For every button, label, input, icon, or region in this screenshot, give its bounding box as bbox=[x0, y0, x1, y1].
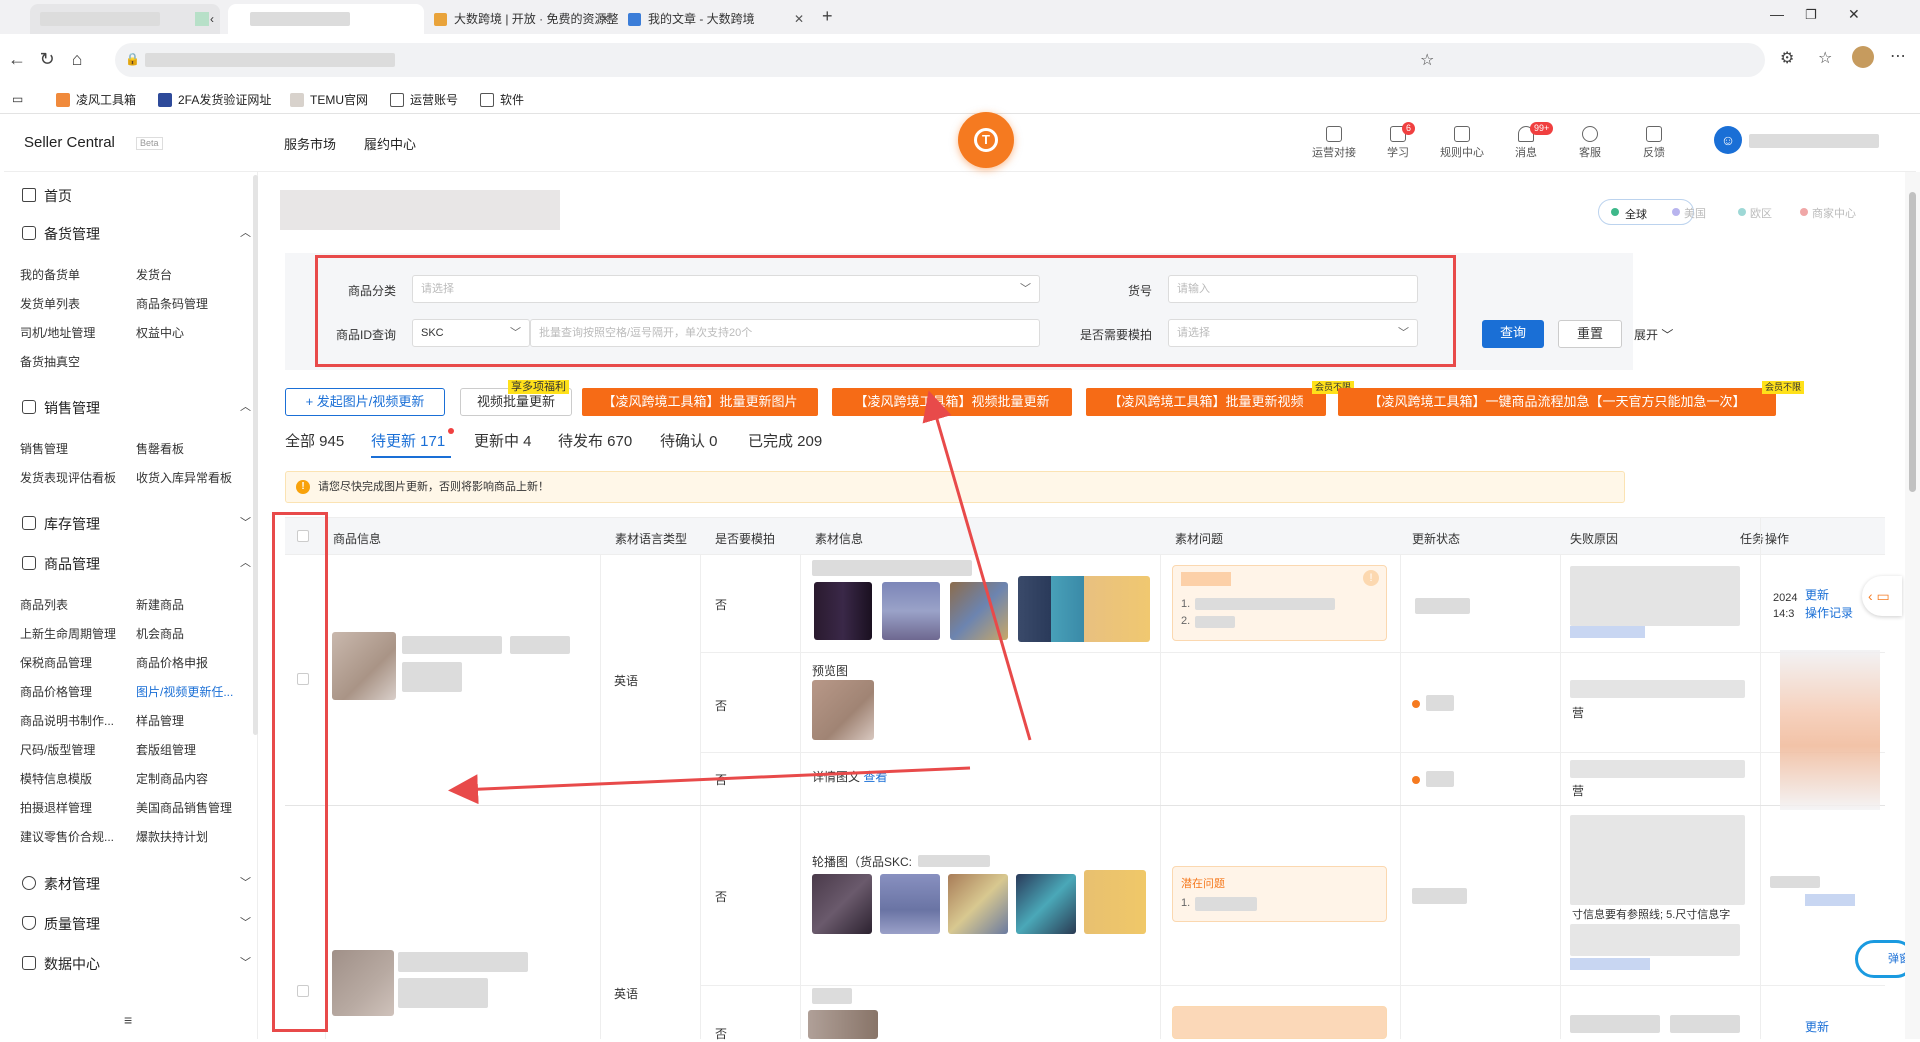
annotation-arrow-left bbox=[448, 766, 971, 805]
annotation-arrow-up bbox=[922, 390, 1032, 741]
annotation-arrows bbox=[448, 390, 1032, 805]
